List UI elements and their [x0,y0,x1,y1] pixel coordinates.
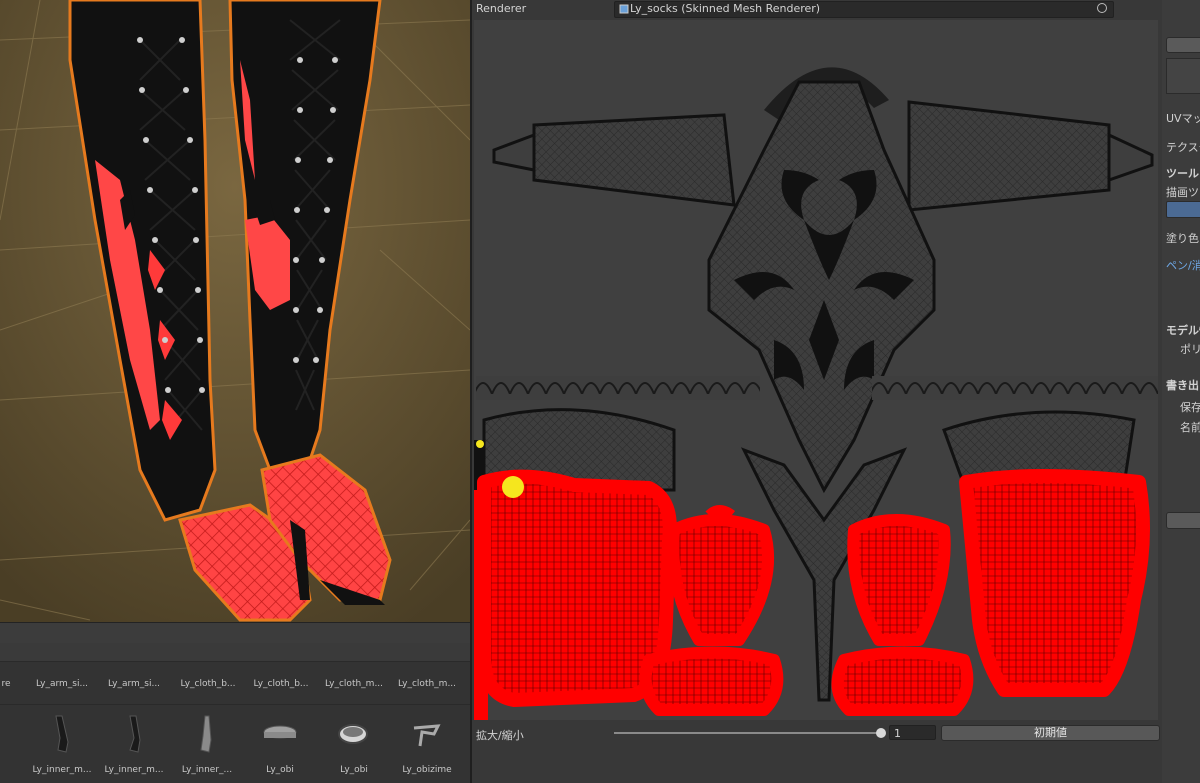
asset-label[interactable]: Ly_inner_m... [26,765,98,775]
texture-preview-slot[interactable] [1166,58,1200,94]
uv-map-label: UVマッ [1166,112,1200,125]
name-label: 名前 [1180,421,1200,434]
mesh-renderer-icon [619,4,629,14]
asset-row-separator [0,704,470,705]
draw-tool-label: 描画ツー [1166,186,1200,199]
tool-section-header: ツール [1166,167,1199,180]
inspector-panel: UVマッ テクスチ ツール 描画ツー 塗り色 ペン/消 モデル情 ポリゴ 書き出… [1162,0,1200,783]
asset-label[interactable]: Ly_obizime [391,765,463,775]
asset-label[interactable]: Ly_inner_m... [98,765,170,775]
scene-viewport-render [0,0,470,622]
reset-zoom-button[interactable]: 初期値 [941,725,1160,741]
asset-label[interactable]: Ly_obi [318,765,390,775]
zoom-value-field[interactable]: 1 [889,725,936,740]
uv-texture-canvas[interactable] [474,20,1158,720]
renderer-field-value: Ly_socks (Skinned Mesh Renderer) [630,2,821,15]
pen-eraser-toggle[interactable]: ペン/消 [1166,257,1200,273]
export-section-header: 書き出 [1166,379,1199,392]
asset-label[interactable]: Ly_cloth_b... [172,679,244,689]
model-info-header: モデル情 [1166,324,1200,337]
asset-label[interactable]: Ly_arm_si... [98,679,170,689]
scene-view[interactable] [0,0,470,622]
uv-layout-drawing [474,67,1158,720]
obizime-asset-icon[interactable] [404,712,448,756]
zoom-label: 拡大/縮小 [476,729,524,742]
obi-asset-icon[interactable] [258,712,302,756]
asset-label[interactable]: Ly_cloth_m... [391,679,463,689]
obi-asset-icon[interactable] [331,712,375,756]
asset-label[interactable]: Ly_obi [244,765,316,775]
inspector-button[interactable] [1166,37,1200,53]
zoom-slider-handle[interactable] [876,728,886,738]
zoom-slider[interactable] [614,732,882,734]
project-breadcrumb-bar [0,643,470,662]
paint-color-label: 塗り色 [1166,232,1199,245]
texture-label: テクスチ [1166,141,1200,154]
draw-tool-selector[interactable] [1166,201,1200,218]
asset-label[interactable]: Ly_inner_... [171,765,243,775]
mesh-asset-icon[interactable] [40,712,84,756]
brush-cursor-icon [502,476,524,498]
mesh-asset-icon[interactable] [185,712,229,756]
asset-label[interactable]: Ly_arm_si... [26,679,98,689]
object-picker-icon[interactable] [1097,3,1107,13]
project-toolbar [0,622,470,644]
mesh-asset-icon[interactable] [112,712,156,756]
renderer-label: Renderer [476,2,527,15]
asset-label[interactable]: Ly_cloth_b... [245,679,317,689]
asset-label[interactable]: Ly_cloth_m... [318,679,390,689]
polygon-count-label: ポリゴ [1180,343,1200,356]
export-button[interactable] [1166,512,1200,529]
save-label: 保存 [1180,401,1200,414]
